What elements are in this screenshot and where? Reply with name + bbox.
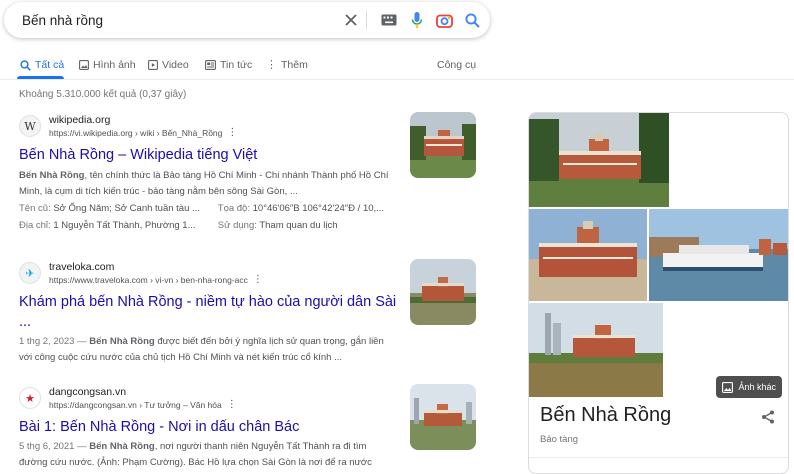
result-stats: Khoảng 5.310.000 kết quả (0,37 giây) (19, 89, 187, 100)
close-icon[interactable] (342, 11, 360, 29)
more-vert-icon: ⋮ (266, 59, 277, 71)
fact-value[interactable]: Sở Ống Năm; Sở Canh tuần tàu ... (53, 203, 200, 214)
result-facts: Địa chỉ: 1 Nguyễn Tất Thành, Phường 1...… (19, 218, 394, 234)
more-vert-icon[interactable]: ⋮ (227, 399, 237, 411)
image-icon (79, 60, 89, 70)
site-name: wikipedia.org (49, 113, 111, 126)
snippet-bold: Bến Nhà Rồng (19, 170, 85, 181)
result-thumbnail[interactable] (410, 259, 476, 325)
search-divider (366, 11, 367, 29)
tab-label: Video (162, 59, 189, 71)
site-url: https://www.traveloka.com › vi-vn › ben-… (49, 274, 248, 285)
result-source[interactable]: ★ dangcongsan.vn https://dangcongsan.vn … (19, 384, 394, 412)
search-icon[interactable] (463, 11, 481, 29)
panel-image[interactable] (529, 209, 647, 301)
site-name: dangcongsan.vn (49, 385, 127, 398)
result-snippet: 1 thg 2, 2023 — Bến Nhà Rồng được biết đ… (19, 334, 394, 366)
panel-image-main[interactable] (529, 113, 669, 207)
tab-more[interactable]: ⋮ Thêm (266, 56, 308, 74)
panel-subtitle: Bảo tàng (540, 434, 579, 445)
site-url: https://vi.wikipedia.org › wiki › Bến_Nh… (49, 127, 223, 138)
tab-label: Tin tức (220, 59, 253, 71)
dangcongsan-icon: ★ (19, 387, 41, 409)
tab-images[interactable]: Hình ảnh (79, 56, 136, 74)
tab-news[interactable]: Tin tức (205, 56, 252, 74)
fact-value[interactable]: 10°46′06″B 106°42′24″Đ / 10,... (253, 203, 384, 214)
result-date: 1 thg 2, 2023 — (19, 336, 87, 347)
tab-video[interactable]: Video (148, 56, 189, 74)
share-icon[interactable] (760, 409, 776, 425)
traveloka-icon: ✈ (19, 262, 41, 284)
fact-label: Tên cũ: (19, 203, 51, 214)
wikipedia-icon: W (19, 115, 41, 137)
panel-title: Bến Nhà Rồng (540, 404, 672, 426)
fact-label: Tọa độ: (217, 203, 250, 214)
video-icon (148, 60, 158, 70)
more-images-label: Ảnh khác (738, 382, 776, 392)
title-continuation: ... (19, 314, 32, 330)
tools-label: Công cụ (437, 59, 477, 71)
tab-label: Hình ảnh (93, 59, 136, 71)
result-snippet: Bến Nhà Rồng, tên chính thức là Bảo tàng… (19, 168, 394, 200)
fact-label: Sử dụng: (217, 220, 257, 231)
result-title-link[interactable]: Bài 1: Bến Nhà Rồng - Nơi in dấu chân Bá… (19, 417, 394, 437)
microphone-icon[interactable] (408, 11, 426, 29)
image-icon (722, 381, 734, 393)
divider (529, 457, 788, 458)
fact-value[interactable]: 1 Nguyễn Tất Thành, Phường 1... (53, 220, 195, 231)
more-vert-icon[interactable]: ⋮ (227, 127, 237, 139)
panel-image[interactable] (529, 303, 663, 397)
camera-icon[interactable] (435, 11, 453, 29)
tab-all[interactable]: Tất cả (20, 56, 64, 74)
result-thumbnail[interactable] (410, 112, 476, 178)
snippet-bold: Bến Nhà Rồng (89, 336, 155, 347)
result-title-link[interactable]: Bến Nhà Rồng – Wikipedia tiếng Việt (19, 145, 394, 165)
title-text: Khám phá bến Nhà Rồng - niềm tự hào của … (19, 294, 397, 310)
search-result: ★ dangcongsan.vn https://dangcongsan.vn … (19, 384, 394, 471)
news-icon (205, 60, 216, 70)
more-images-button[interactable]: Ảnh khác (716, 376, 782, 398)
result-thumbnail[interactable] (410, 384, 476, 450)
search-icon (20, 59, 31, 71)
keyboard-icon[interactable] (380, 11, 398, 29)
snippet-bold: Bến Nhà Rồng (89, 441, 155, 452)
result-title-link[interactable]: Khám phá bến Nhà Rồng - niềm tự hào của … (19, 292, 397, 332)
tools-button[interactable]: Công cụ (437, 56, 476, 74)
result-snippet: 5 thg 6, 2021 — Bến Nhà Rồng, nơi người … (19, 439, 394, 471)
site-url: https://dangcongsan.vn › Tư tưởng – Văn … (49, 399, 222, 410)
result-date: 5 thg 6, 2021 — (19, 441, 87, 452)
active-tab-indicator (17, 76, 64, 79)
search-result: W wikipedia.org https://vi.wikipedia.org… (19, 112, 394, 234)
knowledge-panel: Ảnh khác Bến Nhà Rồng Bảo tàng (528, 112, 789, 474)
result-source[interactable]: ✈ traveloka.com https://www.traveloka.co… (19, 259, 394, 287)
result-facts: Tên cũ: Sở Ống Năm; Sở Canh tuần tàu ...… (19, 201, 394, 217)
fact-label: Địa chỉ: (19, 220, 51, 231)
result-source[interactable]: W wikipedia.org https://vi.wikipedia.org… (19, 112, 394, 140)
site-name: traveloka.com (49, 260, 115, 273)
tab-label: Tất cả (35, 59, 65, 71)
tab-label: Thêm (281, 59, 308, 71)
more-vert-icon[interactable]: ⋮ (253, 274, 263, 286)
search-tabs: Tất cả Hình ảnh Video Tin tức ⋮ Thêm Côn… (0, 52, 794, 80)
search-input[interactable]: Bến nhà rồng (22, 13, 103, 28)
search-box[interactable]: Bến nhà rồng (4, 2, 490, 38)
panel-image[interactable] (649, 209, 788, 301)
search-result: ✈ traveloka.com https://www.traveloka.co… (19, 259, 397, 366)
fact-value: Tham quan du lịch (259, 220, 338, 231)
